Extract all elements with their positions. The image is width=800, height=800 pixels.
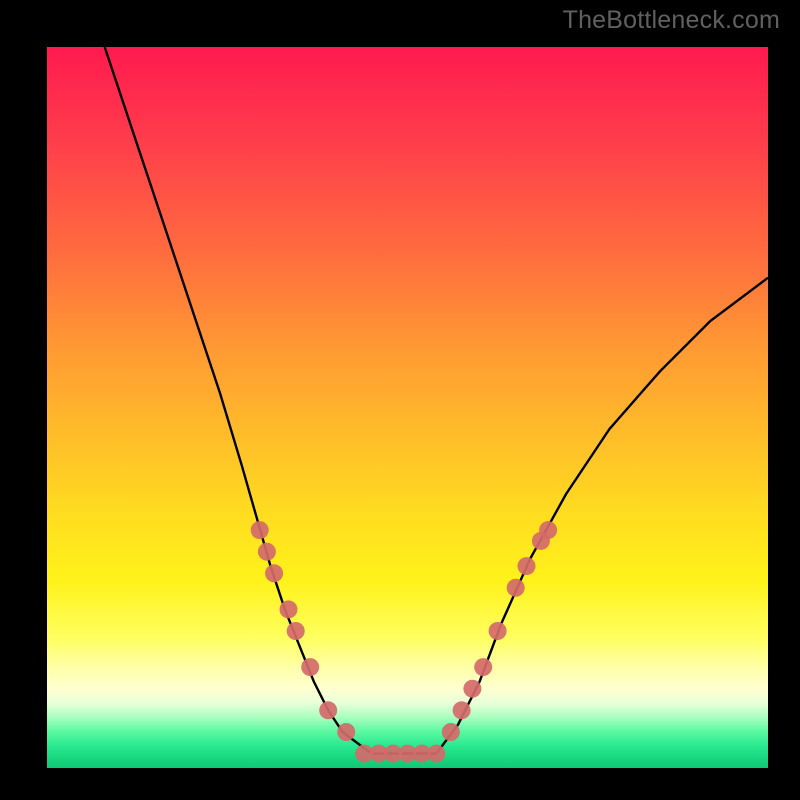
data-point xyxy=(463,680,481,698)
watermark-text: TheBottleneck.com xyxy=(563,6,780,35)
plot-area xyxy=(47,47,768,768)
data-point xyxy=(489,622,507,640)
data-point xyxy=(265,564,283,582)
data-point xyxy=(427,745,445,763)
data-point xyxy=(539,521,557,539)
chart-svg xyxy=(47,47,768,768)
curve-group xyxy=(105,47,768,754)
data-point xyxy=(518,557,536,575)
data-point xyxy=(258,543,276,561)
data-point xyxy=(280,600,298,618)
data-point xyxy=(287,622,305,640)
data-point xyxy=(301,658,319,676)
data-point xyxy=(442,723,460,741)
data-point xyxy=(319,701,337,719)
data-point xyxy=(507,579,525,597)
data-point xyxy=(474,658,492,676)
outer-frame: TheBottleneck.com xyxy=(0,0,800,800)
data-point xyxy=(337,723,355,741)
data-point xyxy=(251,521,269,539)
bottleneck-curve xyxy=(105,47,768,754)
data-point xyxy=(453,701,471,719)
